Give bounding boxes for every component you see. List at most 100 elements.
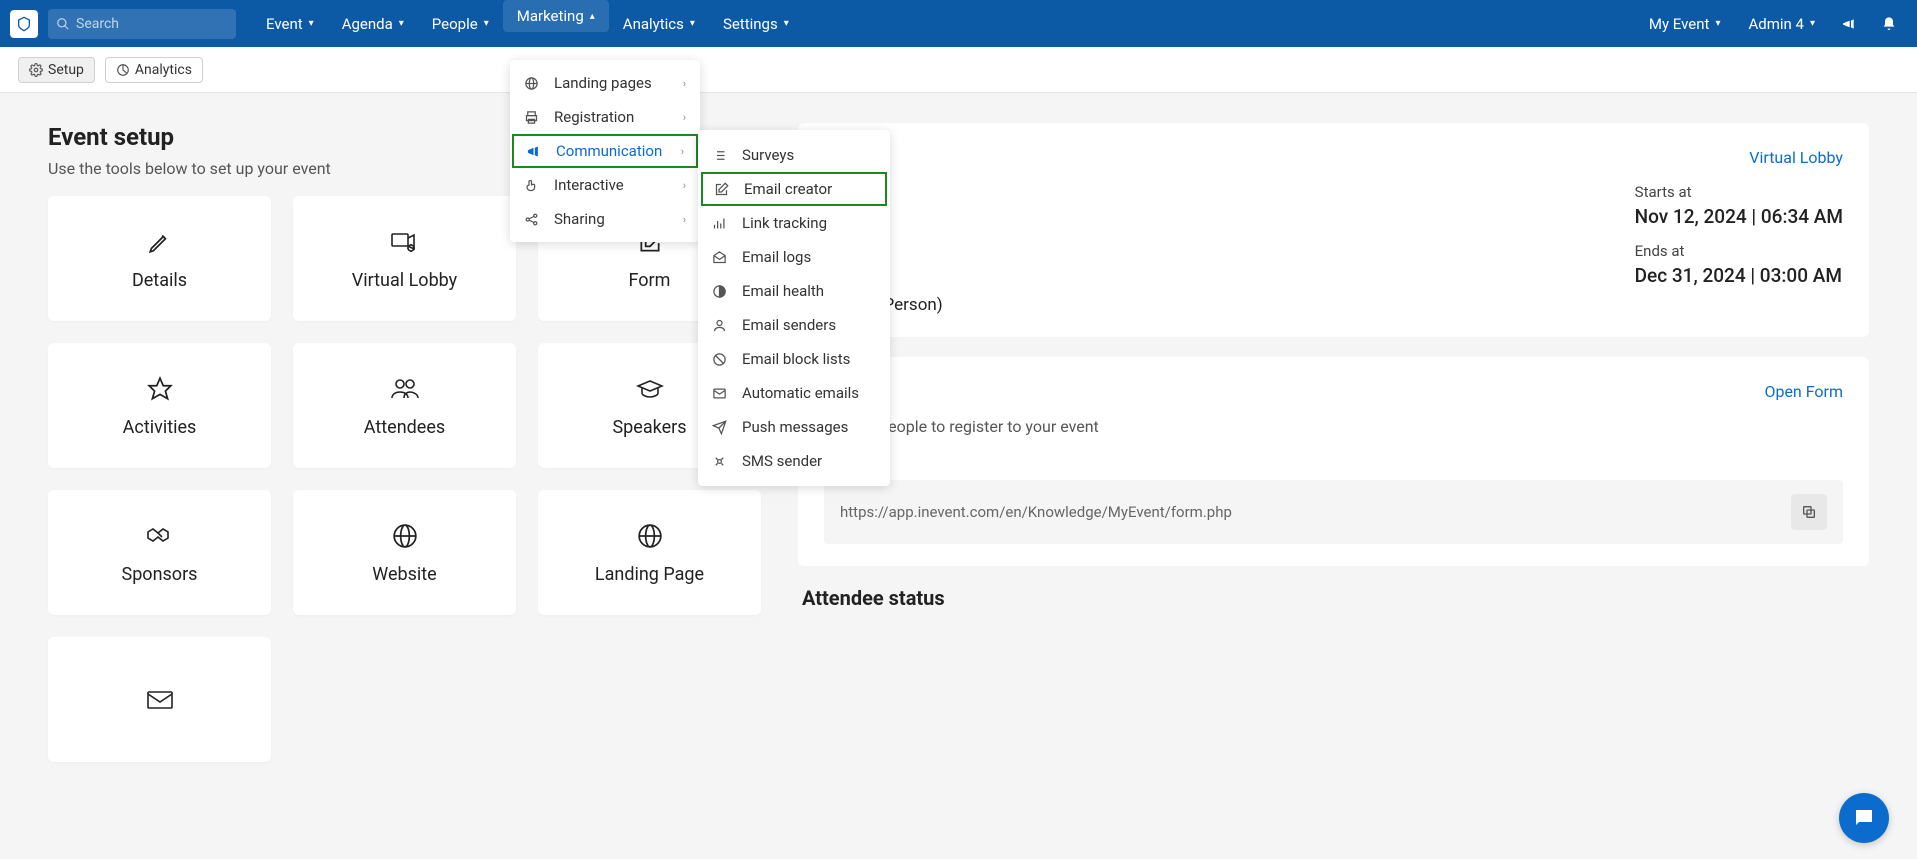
announce-button[interactable]	[1831, 0, 1867, 47]
chat-icon	[1852, 806, 1876, 830]
menu-sharing[interactable]: Sharing ›	[510, 202, 700, 236]
my-event-label: My Event	[1649, 15, 1710, 33]
menu-automatic-emails[interactable]: Automatic emails	[698, 376, 890, 410]
analytics-icon	[712, 216, 730, 231]
menu-label: Email logs	[742, 248, 811, 266]
megaphone-icon	[526, 144, 544, 159]
search-input[interactable]	[76, 16, 228, 32]
tab-analytics[interactable]: Analytics	[105, 57, 203, 83]
menu-label: Email senders	[742, 316, 836, 334]
chevron-down-icon: ▾	[309, 18, 314, 29]
tile-label: Landing Page	[595, 564, 704, 585]
menu-email-logs[interactable]: Email logs	[698, 240, 890, 274]
menu-label: Surveys	[742, 146, 794, 164]
menu-email-block-lists[interactable]: Email block lists	[698, 342, 890, 376]
menu-label: SMS sender	[742, 452, 822, 470]
setup-tiles: Details Virtual Lobby Form Activities At…	[48, 196, 768, 762]
envelope-icon	[146, 684, 174, 716]
user-menu[interactable]: Admin 4▾	[1736, 0, 1827, 47]
gear-icon	[29, 63, 43, 77]
satellite-icon	[712, 454, 730, 469]
menu-surveys[interactable]: Surveys	[698, 138, 890, 172]
nav-label: Analytics	[623, 15, 684, 33]
chevron-right-icon: ›	[683, 213, 686, 226]
ends-at-label: Ends at	[1635, 242, 1843, 260]
tab-setup[interactable]: Setup	[18, 57, 95, 83]
menu-label: Landing pages	[554, 74, 652, 92]
menu-label: Push messages	[742, 418, 848, 436]
tile-landing-page[interactable]: Landing Page	[538, 490, 761, 615]
event-mode: ual + In-Person)	[824, 295, 1843, 315]
link-label: Link	[824, 450, 1843, 470]
tile-details[interactable]: Details	[48, 196, 271, 321]
event-details-panel: ils Virtual Lobby Starts at Nov 12, 2024…	[798, 123, 1869, 337]
menu-link-tracking[interactable]: Link tracking	[698, 206, 890, 240]
menu-label: Email health	[742, 282, 824, 300]
chevron-down-icon: ▾	[399, 18, 404, 29]
globe-icon	[392, 520, 418, 552]
nav-people[interactable]: People▾	[418, 0, 503, 47]
nav-label: Agenda	[342, 15, 393, 33]
starts-at-label: Starts at	[1635, 183, 1843, 201]
menu-push-messages[interactable]: Push messages	[698, 410, 890, 444]
tile-virtual-lobby[interactable]: Virtual Lobby	[293, 196, 516, 321]
share-icon	[524, 212, 542, 227]
menu-sms-sender[interactable]: SMS sender	[698, 444, 890, 478]
right-nav: My Event▾ Admin 4▾	[1637, 0, 1907, 47]
search-box[interactable]	[48, 9, 236, 39]
star-icon	[147, 373, 173, 405]
tile-activities[interactable]: Activities	[48, 343, 271, 468]
chat-help-button[interactable]	[1839, 793, 1889, 843]
nav-analytics[interactable]: Analytics▾	[609, 0, 709, 47]
virtual-lobby-link[interactable]: Virtual Lobby	[1749, 148, 1843, 167]
envelope-icon	[712, 386, 730, 401]
notifications-button[interactable]	[1871, 0, 1907, 47]
chevron-up-icon: ▴	[590, 11, 595, 22]
open-form-link[interactable]: Open Form	[1764, 382, 1843, 401]
menu-email-senders[interactable]: Email senders	[698, 308, 890, 342]
menu-label: Automatic emails	[742, 384, 859, 402]
menu-landing-pages[interactable]: Landing pages ›	[510, 66, 700, 100]
sub-toolbar: Setup Analytics	[0, 47, 1917, 93]
printer-icon	[524, 110, 542, 125]
nav-agenda[interactable]: Agenda ▾	[328, 0, 418, 47]
menu-registration[interactable]: Registration ›	[510, 100, 700, 134]
nav-settings[interactable]: Settings▾	[709, 0, 803, 47]
nav-label: Event	[266, 15, 303, 33]
nav-event[interactable]: Event ▾	[252, 0, 328, 47]
tab-label: Analytics	[135, 62, 192, 78]
copy-icon	[1801, 504, 1817, 520]
chevron-right-icon: ›	[683, 179, 686, 192]
tile-label: Form	[629, 270, 671, 291]
tab-label: Setup	[48, 62, 84, 78]
nav-label: Settings	[723, 15, 778, 33]
globe-icon	[637, 520, 663, 552]
my-event-selector[interactable]: My Event▾	[1637, 0, 1733, 47]
menu-label: Link tracking	[742, 214, 827, 232]
tile-extra[interactable]	[48, 637, 271, 762]
chevron-right-icon: ›	[681, 145, 684, 158]
menu-email-creator[interactable]: Email creator	[701, 172, 887, 206]
nav-label: Marketing	[517, 7, 584, 25]
link-box: https://app.inevent.com/en/Knowledge/MyE…	[824, 480, 1843, 544]
menu-label: Registration	[554, 108, 634, 126]
tile-attendees[interactable]: Attendees	[293, 343, 516, 468]
nav-marketing[interactable]: Marketing ▴	[503, 0, 609, 32]
menu-interactive[interactable]: Interactive ›	[510, 168, 700, 202]
people-icon	[390, 373, 420, 405]
communication-submenu: Surveys Email creator Link tracking Emai…	[698, 130, 890, 486]
paper-plane-icon	[712, 420, 730, 435]
menu-label: Email block lists	[742, 350, 850, 368]
app-logo[interactable]	[10, 10, 38, 38]
registration-panel: n Open Form o invite people to register …	[798, 357, 1869, 566]
bell-icon	[1881, 16, 1897, 32]
user-icon	[712, 318, 730, 333]
tile-website[interactable]: Website	[293, 490, 516, 615]
tile-sponsors[interactable]: Sponsors	[48, 490, 271, 615]
menu-email-health[interactable]: Email health	[698, 274, 890, 308]
menu-communication[interactable]: Communication ›	[512, 134, 698, 168]
envelope-open-icon	[712, 250, 730, 265]
graduation-icon	[636, 373, 664, 405]
copy-link-button[interactable]	[1791, 494, 1827, 530]
pointer-icon	[524, 178, 542, 193]
